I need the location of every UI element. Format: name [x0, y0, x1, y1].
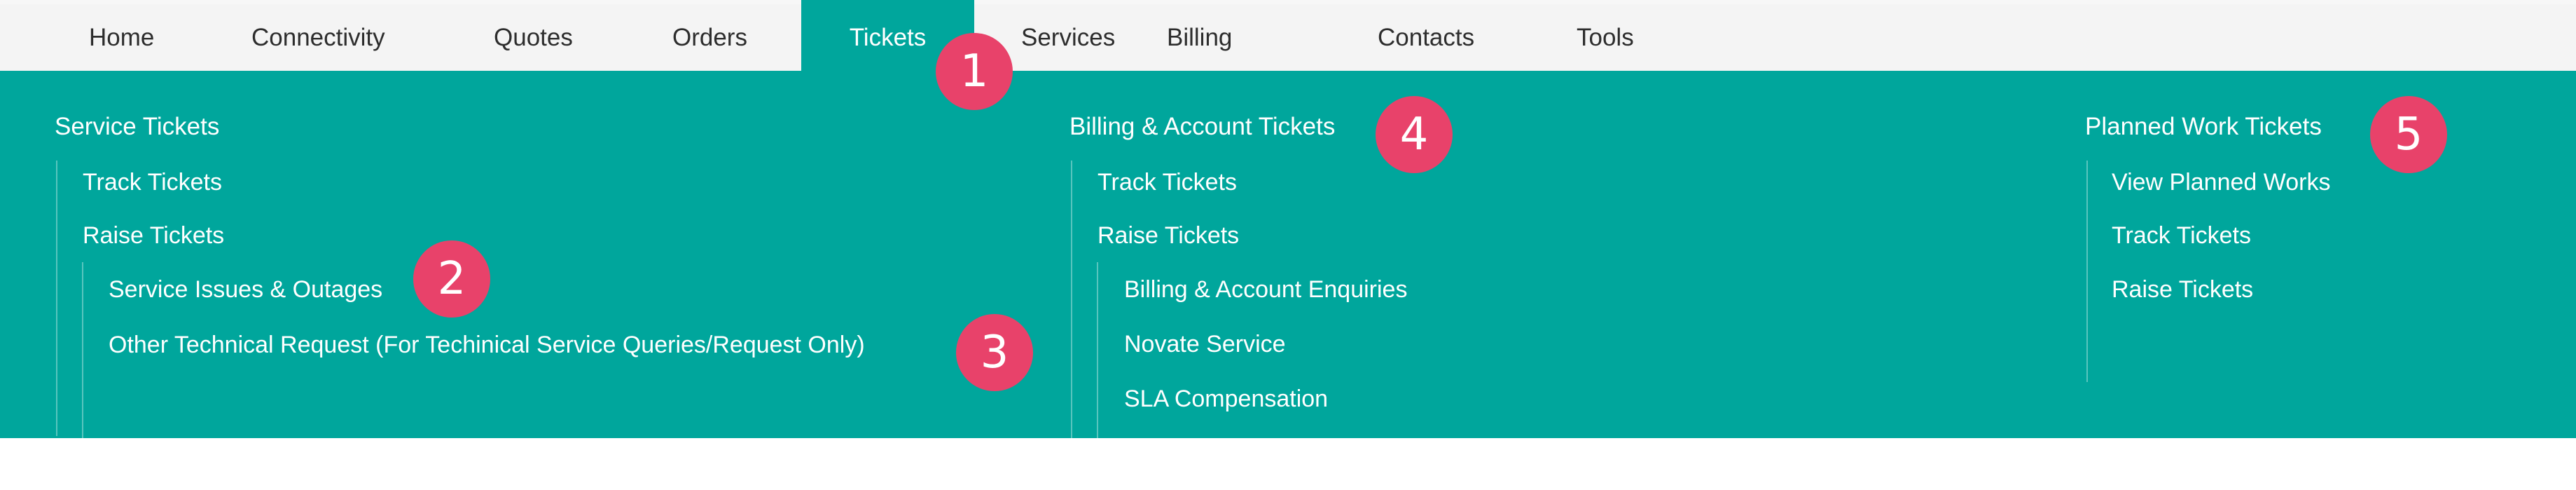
billing-raise-divider: [1097, 262, 1098, 490]
billing-track-tickets-link[interactable]: Track Tickets: [1097, 168, 1237, 196]
planned-track-tickets-link[interactable]: Track Tickets: [2112, 222, 2251, 250]
nav-quotes[interactable]: Quotes: [494, 4, 573, 71]
callout-badge-5: 5: [2370, 96, 2447, 173]
service-raise-divider: [82, 262, 83, 440]
planned-tickets-divider: [2086, 161, 2088, 382]
billing-raise-tickets-link[interactable]: Raise Tickets: [1097, 222, 1239, 250]
service-raise-tickets-link[interactable]: Raise Tickets: [83, 222, 224, 250]
billing-account-tickets-heading[interactable]: Billing & Account Tickets: [1069, 113, 1335, 141]
nav-tools[interactable]: Tools: [1577, 4, 1634, 71]
planned-work-tickets-heading[interactable]: Planned Work Tickets: [2085, 113, 2322, 141]
callout-badge-3: 3: [956, 314, 1033, 391]
planned-raise-tickets-link[interactable]: Raise Tickets: [2112, 275, 2253, 304]
callout-badge-1: 1: [936, 33, 1013, 110]
billing-account-enquiries-link[interactable]: Billing & Account Enquiries: [1124, 275, 1407, 304]
nav-services[interactable]: Services: [1021, 4, 1115, 71]
service-track-tickets-link[interactable]: Track Tickets: [83, 168, 222, 196]
tickets-mega-menu: Service Tickets Track Tickets Raise Tick…: [0, 71, 2576, 490]
service-issues-outages-link[interactable]: Service Issues & Outages: [109, 275, 382, 304]
view-planned-works-link[interactable]: View Planned Works: [2112, 168, 2330, 196]
callout-badge-4: 4: [1376, 96, 1453, 173]
service-tickets-heading[interactable]: Service Tickets: [55, 113, 219, 141]
other-technical-request-link[interactable]: Other Technical Request (For Techinical …: [109, 331, 865, 359]
top-nav-bar: Home Connectivity Quotes Orders Tickets …: [0, 0, 2576, 71]
nav-contacts[interactable]: Contacts: [1378, 4, 1474, 71]
novate-service-link[interactable]: Novate Service: [1124, 330, 1286, 358]
nav-orders[interactable]: Orders: [672, 4, 747, 71]
service-tickets-divider: [56, 161, 57, 436]
nav-billing[interactable]: Billing: [1167, 4, 1232, 71]
sla-compensation-link[interactable]: SLA Compensation: [1124, 385, 1328, 413]
nav-connectivity[interactable]: Connectivity: [251, 4, 385, 71]
nav-home[interactable]: Home: [89, 4, 154, 71]
callout-badge-2: 2: [413, 240, 490, 318]
page-content-strip: [0, 438, 2576, 444]
